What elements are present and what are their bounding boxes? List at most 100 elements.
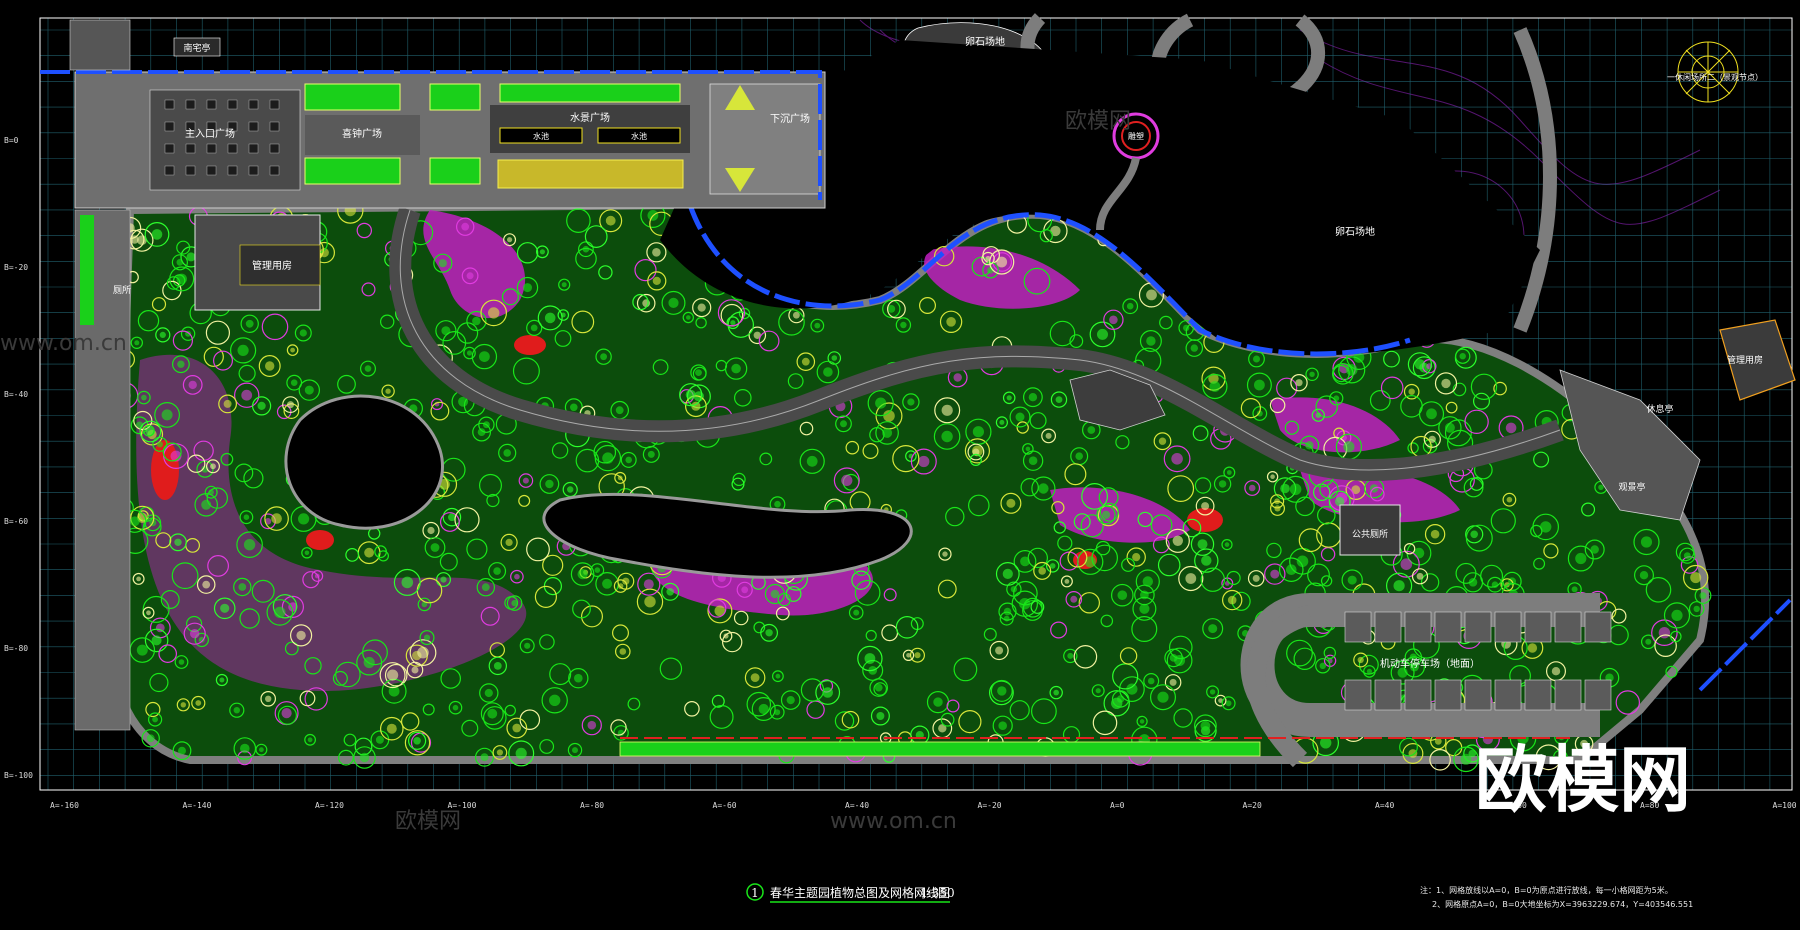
watermark-name-bottom: 欧模网 — [395, 809, 461, 834]
tree-core — [134, 340, 140, 346]
tree-core — [507, 237, 513, 243]
tree-core — [472, 316, 481, 326]
drawing-scale: 1:350 — [920, 886, 955, 900]
tree-core — [493, 662, 502, 670]
parking-stall — [1494, 679, 1522, 711]
tree-core — [1505, 422, 1517, 434]
bollard — [269, 99, 280, 110]
tree-core — [240, 743, 250, 754]
tree-core — [906, 653, 911, 658]
tree-core — [514, 573, 520, 580]
x-axis-label: A=-160 — [50, 801, 79, 810]
label-pool-left: 水池 — [533, 131, 549, 141]
watermark-url-bottom: www.om.cn — [830, 809, 957, 834]
tree-core — [1408, 749, 1418, 758]
tree-core — [290, 347, 295, 353]
tree-core — [946, 317, 956, 327]
tree-core — [1491, 581, 1499, 588]
tree-core — [770, 589, 780, 599]
tree-core — [741, 586, 749, 594]
tree-core — [697, 303, 706, 312]
tree-core — [1393, 580, 1405, 592]
x-axis-label: A=-60 — [713, 801, 737, 810]
tree-core — [642, 299, 651, 308]
parking-stall — [1344, 611, 1372, 643]
tree-core — [1117, 590, 1128, 600]
tree-core — [178, 746, 186, 755]
parking-stall — [1404, 679, 1432, 711]
tea-pavilion-block — [69, 19, 131, 71]
tree-core — [1006, 395, 1012, 401]
tree-core — [941, 404, 953, 416]
tree-core — [159, 331, 166, 338]
tree-core — [774, 709, 781, 716]
tree-core — [1598, 484, 1604, 490]
tree-core — [765, 629, 773, 637]
parking-stall — [1374, 611, 1402, 643]
tree-core — [386, 723, 397, 734]
tree-core — [786, 696, 795, 705]
tree-core — [1309, 371, 1315, 377]
tree-core — [188, 380, 197, 390]
tree-core — [493, 567, 501, 575]
tree-core — [265, 695, 272, 702]
tree-core — [647, 450, 655, 458]
tree-core — [1683, 552, 1691, 560]
tree-core — [515, 747, 527, 760]
tree-core — [487, 708, 498, 719]
tree-core — [1315, 412, 1322, 418]
tree-core — [274, 606, 286, 619]
tree-core — [723, 633, 729, 639]
tree-core — [1201, 555, 1212, 566]
x-axis-label: A=-120 — [315, 801, 344, 810]
tree-core — [602, 452, 614, 464]
tree-core — [281, 708, 292, 719]
tree-core — [750, 673, 760, 682]
tree-core — [1357, 656, 1364, 664]
tree-core — [304, 385, 314, 395]
tree-core — [1169, 678, 1177, 686]
tree-core — [1286, 564, 1297, 575]
tree-core — [1208, 624, 1218, 634]
tree-core — [174, 538, 182, 546]
label-rock-sand-top: 卵石场地 — [965, 35, 1005, 48]
note-line-2: 2、网格原点A=0，B=0大地坐标为X=3963229.674，Y=403546… — [1432, 899, 1693, 909]
tree-core — [151, 229, 163, 240]
tree-core — [1020, 556, 1030, 567]
tree-core — [299, 329, 307, 337]
label-management-room: 管理用房 — [252, 259, 292, 272]
tree-core — [1408, 388, 1415, 395]
label-sunken-plaza: 下沉广场 — [770, 112, 810, 125]
tree-core — [619, 648, 627, 655]
label-main-entrance-plaza: 主入口广场 — [185, 127, 235, 140]
x-axis-label: A=40 — [1375, 801, 1394, 810]
tree-core — [401, 576, 414, 589]
tree-core — [245, 319, 254, 328]
tree-core — [290, 379, 298, 387]
bollard — [248, 143, 259, 154]
tree-core — [1506, 496, 1513, 503]
tree-core — [461, 222, 470, 231]
tree-core — [1280, 483, 1290, 494]
tree-core — [479, 351, 490, 362]
tree-core — [600, 353, 607, 361]
tree-core — [1295, 379, 1303, 387]
tree-core — [1201, 502, 1210, 511]
y-axis-label: B=-20 — [4, 263, 28, 272]
parking-stall — [1464, 679, 1492, 711]
tree-core — [1025, 446, 1031, 452]
tree-core — [259, 747, 264, 753]
tree-core — [605, 215, 616, 226]
bollard — [185, 99, 196, 110]
tree-core — [1289, 483, 1302, 496]
tree-core — [1693, 605, 1700, 613]
label-water-plaza: 水景广场 — [570, 111, 610, 124]
tree-core — [914, 652, 921, 659]
tree-core — [423, 634, 431, 641]
label-pool-right: 水池 — [631, 131, 647, 141]
tree-core — [1174, 655, 1186, 666]
y-axis-label: B=-100 — [4, 771, 33, 780]
tree-core — [483, 421, 490, 429]
tree-core — [1671, 609, 1683, 622]
hedge-strip-4 — [429, 157, 481, 185]
